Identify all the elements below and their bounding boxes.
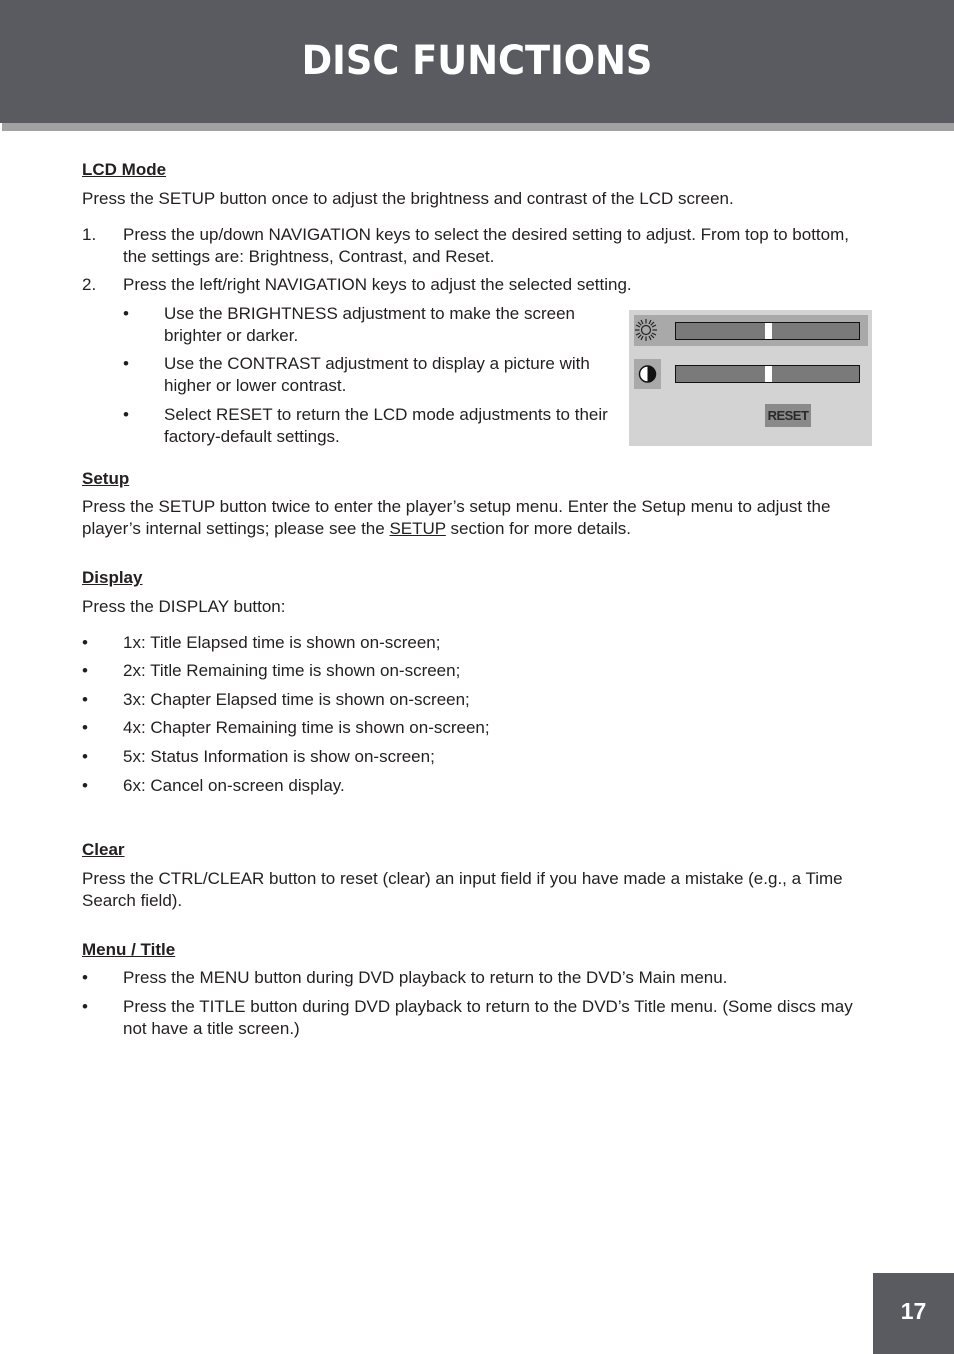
bullet: • bbox=[82, 747, 88, 766]
page-number: 17 bbox=[873, 1273, 954, 1354]
bullet: • bbox=[123, 304, 129, 323]
bullet: • bbox=[82, 633, 88, 652]
bullet-text: Select RESET to return the LCD mode adju… bbox=[164, 405, 608, 446]
step-number: 2. bbox=[82, 275, 97, 294]
page-header: DISC FUNCTIONS bbox=[0, 0, 954, 123]
setup-text-after: section for more details. bbox=[445, 519, 632, 538]
step-number: 1. bbox=[82, 225, 97, 244]
menu-title-item-text: Press the MENU button during DVD playbac… bbox=[123, 968, 728, 987]
bullet: • bbox=[82, 776, 88, 795]
lcd-mode-heading: LCD Mode bbox=[82, 160, 167, 179]
step-text: Press the up/down NAVIGATION keys to sel… bbox=[123, 225, 849, 266]
reset-button[interactable]: RESET bbox=[765, 404, 811, 427]
display-heading: Display bbox=[82, 568, 143, 587]
bullet: • bbox=[82, 968, 88, 987]
setup-heading: Setup bbox=[82, 469, 130, 488]
header-divider bbox=[2, 123, 954, 131]
brightness-slider[interactable] bbox=[675, 322, 860, 340]
bullet: • bbox=[123, 405, 129, 424]
page-title: DISC FUNCTIONS bbox=[301, 38, 653, 84]
display-item-text: 2x: Title Remaining time is shown on-scr… bbox=[123, 661, 461, 680]
step-text: Press the left/right NAVIGATION keys to … bbox=[123, 275, 632, 294]
display-item-text: 1x: Title Elapsed time is shown on-scree… bbox=[123, 633, 441, 652]
setup-text: Press the SETUP button twice to enter th… bbox=[82, 496, 872, 540]
menu-title-item-text: Press the TITLE button during DVD playba… bbox=[123, 997, 853, 1038]
bullet: • bbox=[82, 690, 88, 709]
bullet: • bbox=[123, 354, 129, 373]
lcd-mode-intro: Press the SETUP button once to adjust th… bbox=[82, 189, 734, 208]
sun-icon bbox=[635, 319, 657, 341]
bullet-text: Use the CONTRAST adjustment to display a… bbox=[164, 354, 590, 395]
bullet: • bbox=[82, 718, 88, 737]
bullet-text: Use the BRIGHTNESS adjustment to make th… bbox=[164, 304, 576, 345]
display-item-text: 6x: Cancel on-screen display. bbox=[123, 776, 345, 795]
clear-heading: Clear bbox=[82, 840, 125, 859]
bullet: • bbox=[82, 661, 88, 680]
display-item-text: 5x: Status Information is show on-screen… bbox=[123, 747, 435, 766]
bullet: • bbox=[82, 997, 88, 1016]
display-item-text: 4x: Chapter Remaining time is shown on-s… bbox=[123, 718, 490, 737]
contrast-icon bbox=[638, 365, 657, 383]
brightness-slider-thumb[interactable] bbox=[765, 323, 772, 339]
menu-title-heading: Menu / Title bbox=[82, 940, 176, 959]
clear-text: Press the CTRL/CLEAR button to reset (cl… bbox=[82, 869, 843, 910]
contrast-icon-box bbox=[634, 359, 661, 389]
display-intro: Press the DISPLAY button: bbox=[82, 597, 286, 616]
contrast-slider[interactable] bbox=[675, 365, 860, 383]
contrast-slider-thumb[interactable] bbox=[765, 366, 772, 382]
setup-section-link[interactable]: SETUP bbox=[389, 519, 445, 538]
display-item-text: 3x: Chapter Elapsed time is shown on-scr… bbox=[123, 690, 470, 709]
